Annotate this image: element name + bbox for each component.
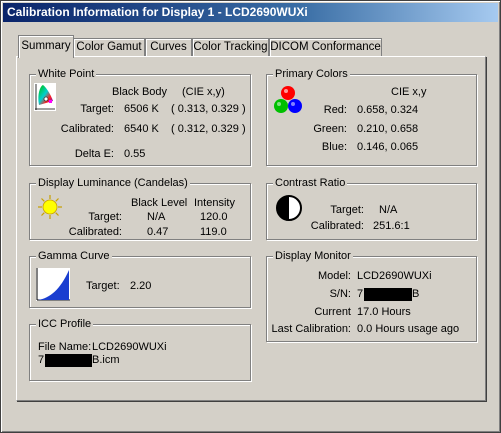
summary-panel: White Point Black Body (CIE x,y) Target:… — [16, 56, 486, 401]
lum-target-black: N/A — [147, 211, 166, 223]
luminance-group: Display Luminance (Candelas) Black Level… — [29, 176, 251, 240]
model-value: LCD2690WUXi — [357, 270, 432, 282]
red-value: 0.658, 0.324 — [357, 104, 419, 116]
last-calibration-value: 0.0 Hours usage ago — [357, 323, 460, 335]
delta-e-value: 0.55 — [124, 148, 146, 160]
wp-calibrated-cie: ( 0.312, 0.329 ) — [171, 123, 246, 135]
icc-file-value: LCD2690WUXi — [92, 341, 167, 353]
icc-path-prefix: 7 — [38, 354, 45, 366]
title-bar[interactable]: Calibration Information for Display 1 - … — [3, 3, 498, 22]
rgb-circles-icon — [274, 86, 302, 113]
calibration-window: Calibration Information for Display 1 - … — [0, 0, 501, 433]
icc-path-redaction — [45, 354, 92, 367]
current-value: 17.0 Hours — [357, 306, 411, 318]
cie-header: (CIE x,y) — [182, 86, 225, 98]
gamma-title: Gamma Curve — [36, 249, 112, 263]
contrast-icon — [276, 195, 302, 221]
wp-calibrated-label: Calibrated: — [60, 123, 114, 135]
icc-profile-title: ICC Profile — [36, 317, 94, 331]
serial-prefix: 7 — [357, 288, 364, 300]
contrast-calibrated-value: 251.6:1 — [373, 220, 410, 232]
lum-calibrated-black: 0.47 — [147, 226, 169, 238]
green-label: Green: — [313, 123, 347, 135]
serial-redaction — [364, 288, 412, 301]
serial-label: S/N: — [329, 288, 351, 300]
lum-target-label: Target: — [88, 211, 122, 223]
red-label: Red: — [323, 104, 347, 116]
contrast-calibrated-label: Calibrated: — [310, 220, 364, 232]
display-monitor-title: Display Monitor — [273, 249, 353, 263]
tab-curves[interactable]: Curves — [145, 38, 192, 57]
intensity-header: Intensity — [194, 197, 235, 209]
wp-target-cie: ( 0.313, 0.329 ) — [171, 103, 246, 115]
blue-value: 0.146, 0.065 — [357, 141, 419, 153]
serial-suffix: B — [412, 288, 420, 300]
tab-dicom-conformance[interactable]: DICOM Conformance — [269, 38, 382, 57]
lum-calibrated-label: Calibrated: — [68, 226, 122, 238]
icc-file-label: File Name: — [38, 341, 92, 353]
tab-summary[interactable]: Summary — [18, 35, 74, 58]
green-value: 0.210, 0.658 — [357, 123, 419, 135]
current-label: Current — [314, 306, 351, 318]
cie-diagram-icon — [34, 83, 56, 111]
white-point-title: White Point — [36, 67, 97, 81]
black-body-header: Black Body — [112, 86, 168, 98]
primary-cie-header: CIE x,y — [391, 86, 427, 98]
wp-target-label: Target: — [80, 103, 114, 115]
icc-profile-group: ICC Profile File Name: LCD2690WUXi 7 B.i… — [29, 317, 251, 381]
lum-calibrated-intensity: 119.0 — [200, 226, 227, 238]
white-point-group: White Point Black Body (CIE x,y) Target:… — [29, 67, 251, 166]
lum-target-intensity: 120.0 — [200, 211, 228, 223]
gamma-curve-icon — [36, 268, 70, 301]
primary-colors-title: Primary Colors — [273, 67, 350, 81]
wp-target-kelvin: 6506 K — [124, 103, 159, 115]
delta-e-label: Delta E: — [74, 148, 114, 160]
wp-calibrated-kelvin: 6540 K — [124, 123, 159, 135]
tab-color-gamut[interactable]: Color Gamut — [73, 38, 145, 57]
contrast-title: Contrast Ratio — [273, 176, 348, 190]
black-level-header: Black Level — [131, 197, 188, 209]
contrast-target-value: N/A — [379, 204, 398, 216]
blue-label: Blue: — [321, 141, 347, 153]
contrast-target-label: Target: — [330, 204, 364, 216]
display-monitor-group: Display Monitor Model: LCD2690WUXi S/N: … — [266, 249, 477, 342]
model-label: Model: — [317, 270, 351, 282]
icc-path-suffix: B.icm — [92, 354, 120, 366]
gamma-target-value: 2.20 — [130, 280, 152, 292]
tab-color-tracking[interactable]: Color Tracking — [192, 38, 269, 57]
last-calibration-label: Last Calibration: — [271, 323, 352, 335]
gamma-group: Gamma Curve Target: 2.20 — [29, 249, 251, 308]
primary-colors-group: Primary Colors CIE x,y Red: 0.658, 0.324… — [266, 67, 477, 166]
gamma-target-label: Target: — [86, 280, 120, 292]
luminance-title: Display Luminance (Candelas) — [36, 176, 190, 190]
contrast-group: Contrast Ratio Target: N/A Calibrated: 2… — [266, 176, 477, 240]
